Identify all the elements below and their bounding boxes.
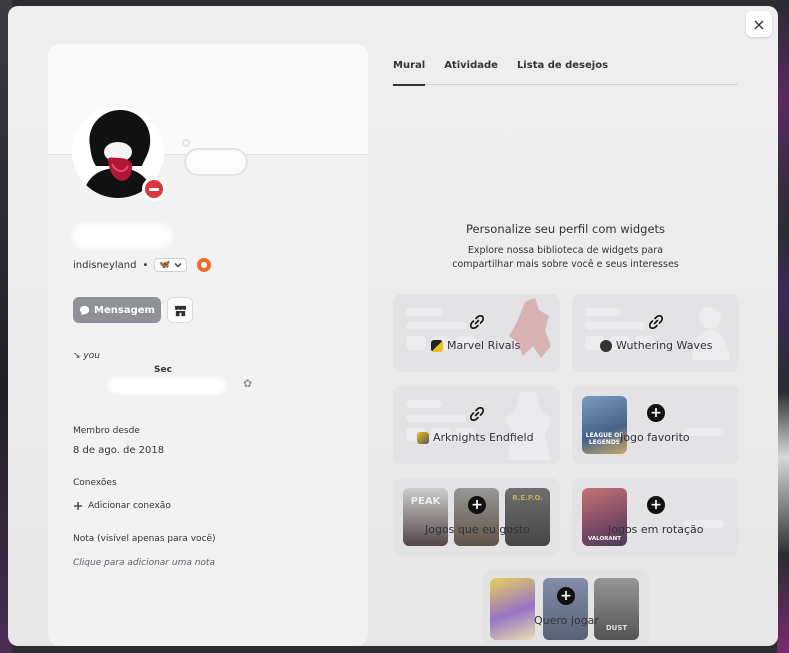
status-bubble-dot: [182, 139, 190, 147]
widgets-prompt-subtitle: Explore nossa biblioteca de widgets para…: [452, 245, 679, 270]
username-row: indisneyland • 🦋: [73, 258, 211, 272]
game-cover: LEAGUE OF LEGENDS: [582, 396, 627, 454]
chat-bubble-icon: [79, 305, 90, 315]
tab-lista-de-desejos[interactable]: Lista de desejos: [517, 56, 608, 85]
message-button[interactable]: Mensagem: [73, 297, 161, 323]
widget-quero-jogar[interactable]: DUST + Quero jogar: [483, 570, 649, 646]
close-icon: ×: [752, 14, 766, 34]
username: indisneyland: [73, 259, 137, 271]
profile-tabs: Mural Atividade Lista de desejos: [393, 56, 738, 86]
note-label: Nota (visível apenas para você): [73, 534, 216, 544]
shop-icon: [174, 305, 186, 316]
game-cover: VALORANT: [582, 488, 627, 546]
profile-modal: × indisneyland • 🦋 Mensagem ↘ you Sec ✿ …: [8, 6, 778, 646]
widgets-prompt: Personalize seu perfil com widgets Explo…: [393, 222, 738, 272]
widget-label: Arknights Endfield: [433, 431, 534, 444]
chevron-down-icon: [174, 263, 182, 268]
marvel-rivals-icon: [431, 339, 443, 352]
link-icon: [470, 407, 484, 421]
game-cover: PEAK: [403, 488, 448, 546]
connections-label: Conexões: [73, 478, 117, 488]
plus-icon: +: [647, 404, 665, 422]
tab-mural[interactable]: Mural: [393, 56, 426, 86]
display-name-redacted: [72, 224, 172, 248]
widgets-prompt-title: Personalize seu perfil com widgets: [465, 222, 666, 236]
note-input[interactable]: Clique para adicionar uma nota: [73, 558, 215, 568]
custom-status-title: Sec: [154, 365, 172, 375]
game-cover: R.E.P.O.: [505, 488, 550, 546]
add-connection-button[interactable]: Adicionar conexão: [73, 501, 171, 511]
member-since-label: Membro desde: [73, 426, 140, 436]
butterfly-icon: 🦋: [159, 260, 171, 270]
widget-wuthering-waves[interactable]: Wuthering Waves: [572, 294, 739, 372]
shop-button[interactable]: [167, 297, 193, 323]
widget-marvel-rivals[interactable]: Marvel Rivals: [393, 294, 560, 372]
close-button[interactable]: ×: [746, 11, 772, 37]
wuthering-waves-icon: [600, 339, 612, 352]
link-icon: [649, 315, 663, 329]
plus-icon: +: [647, 496, 665, 514]
widget-arknights-endfield[interactable]: Arknights Endfield: [393, 386, 560, 464]
status-bubble[interactable]: [184, 148, 248, 176]
arknights-endfield-icon: [417, 431, 429, 444]
game-cover: [490, 578, 535, 640]
add-connection-label: Adicionar conexão: [88, 501, 171, 511]
message-button-label: Mensagem: [94, 304, 155, 316]
profile-card: indisneyland • 🦋 Mensagem ↘ you Sec ✿ Me…: [48, 44, 368, 646]
custom-status-redacted: [108, 378, 226, 394]
member-since-value: 8 de ago. de 2018: [73, 445, 165, 456]
widget-label: Marvel Rivals: [447, 339, 521, 352]
link-icon: [470, 315, 484, 329]
separator: •: [142, 259, 149, 271]
background-app-right: [777, 0, 789, 653]
widget-jogo-favorito[interactable]: LEAGUE OF LEGENDS + Jogo favorito: [572, 386, 739, 464]
server-tag[interactable]: 🦋: [154, 258, 187, 272]
widget-jogos-que-eu-gosto[interactable]: PEAK R.E.P.O. + Jogos que eu gosto: [393, 478, 560, 556]
nitro-badge-icon[interactable]: [196, 258, 211, 272]
widget-jogos-em-rotacao[interactable]: VALORANT + Jogos em rotação: [572, 478, 739, 556]
widget-label: Jogos que eu gosto: [425, 523, 530, 536]
custom-status-prefix: ↘ you: [73, 351, 100, 361]
flower-icon: ✿: [243, 377, 253, 390]
dnd-status-icon: [142, 177, 166, 201]
plus-icon: [74, 502, 82, 510]
game-cover: DUST: [594, 578, 639, 640]
plus-icon: +: [468, 496, 486, 514]
tab-atividade[interactable]: Atividade: [444, 56, 498, 85]
plus-icon: +: [557, 587, 575, 605]
widget-label: Jogo favorito: [620, 431, 690, 444]
widget-label: Quero jogar: [534, 614, 599, 627]
widget-label: Jogos em rotação: [608, 523, 704, 536]
widget-label: Wuthering Waves: [616, 339, 713, 352]
